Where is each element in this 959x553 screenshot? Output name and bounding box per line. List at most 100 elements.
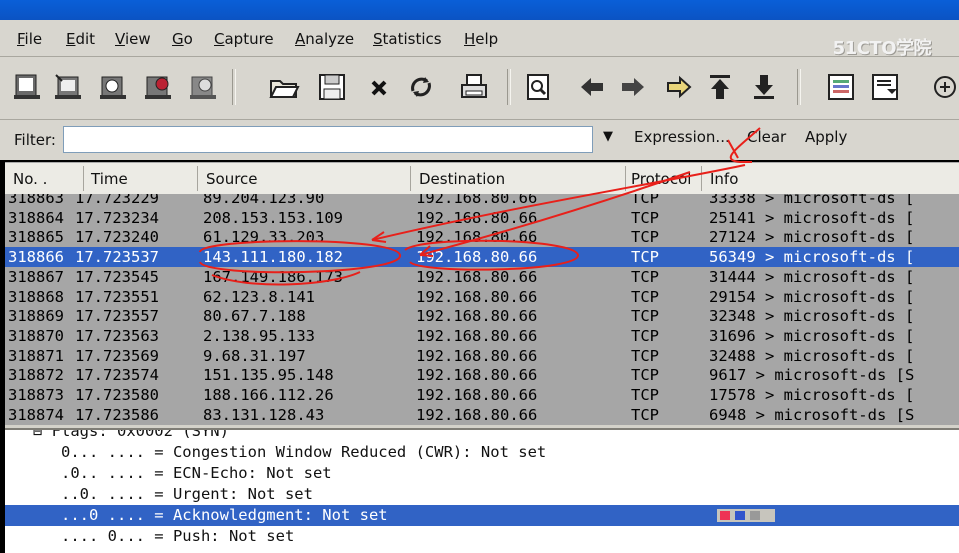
packet-row[interactable]: 318870 17.723563 2.138.95.133 192.168.80.66… bbox=[5, 325, 959, 346]
go-first-icon[interactable] bbox=[701, 68, 739, 106]
menu-capture[interactable]: Capture bbox=[214, 30, 274, 48]
packet-time: 17.723569 bbox=[75, 346, 159, 365]
packet-row[interactable]: 318865 17.723240 61.129.33.203 192.168.80.6… bbox=[5, 227, 959, 248]
packet-destination: 192.168.80.66 bbox=[416, 287, 538, 306]
column-divider[interactable] bbox=[625, 166, 626, 191]
menu-capture-mnemonic: C bbox=[214, 30, 225, 48]
packet-row[interactable]: 318871 17.723569 9.68.31.197 192.168.80.66 T… bbox=[5, 345, 959, 366]
packet-info: 56349 > microsoft-ds [ bbox=[709, 248, 915, 267]
packet-no: 318865 bbox=[8, 228, 64, 247]
go-back-icon[interactable] bbox=[573, 68, 611, 106]
packet-source: 188.166.112.26 bbox=[203, 386, 334, 404]
packet-row[interactable]: 318868 17.723551 62.123.8.141 192.168.80.66… bbox=[5, 286, 959, 307]
packet-info: 29154 > microsoft-ds [ bbox=[709, 287, 915, 306]
column-time[interactable]: Time bbox=[91, 170, 128, 188]
detail-row[interactable]: ...0 .... = Acknowledgment: Not set bbox=[5, 505, 959, 526]
packet-info: 31696 > microsoft-ds [ bbox=[709, 326, 915, 345]
go-to-packet-icon[interactable] bbox=[660, 68, 698, 106]
print-icon[interactable] bbox=[455, 68, 493, 106]
menu-analyze[interactable]: Analyze bbox=[295, 30, 354, 48]
go-forward-icon[interactable] bbox=[614, 68, 652, 106]
column-divider[interactable] bbox=[83, 166, 84, 191]
column-protocol[interactable]: Protocol bbox=[631, 170, 691, 188]
go-last-icon[interactable] bbox=[745, 68, 783, 106]
reload-icon[interactable] bbox=[402, 68, 440, 106]
menu-analyze-mnemonic: A bbox=[295, 30, 306, 48]
restart-capture-icon[interactable] bbox=[184, 68, 222, 106]
detail-row[interactable]: .0.. .... = ECN-Echo: Not set bbox=[5, 463, 959, 484]
expert-icon bbox=[750, 511, 760, 520]
packet-protocol: TCP bbox=[631, 307, 659, 326]
packet-row[interactable]: 318863 17.723229 89.204.123.90 192.168.80.6… bbox=[5, 194, 959, 208]
auto-scroll-icon[interactable] bbox=[866, 68, 904, 106]
packet-protocol: TCP bbox=[631, 208, 659, 227]
packet-source: 167.149.186.173 bbox=[203, 267, 343, 286]
packet-no: 318864 bbox=[8, 208, 64, 227]
start-capture-icon[interactable] bbox=[94, 68, 132, 106]
packet-protocol: TCP bbox=[631, 248, 659, 267]
menu-go[interactable]: Go bbox=[172, 30, 193, 48]
packet-row[interactable]: 318872 17.723574 151.135.95.148 192.168.80.… bbox=[5, 365, 959, 386]
packet-time: 17.723240 bbox=[75, 228, 159, 247]
save-icon[interactable] bbox=[313, 68, 351, 106]
menu-capture-label: apture bbox=[224, 30, 274, 48]
toolbar-separator bbox=[797, 69, 801, 105]
packet-list[interactable]: 318863 17.723229 89.204.123.90 192.168.80.6… bbox=[5, 194, 959, 428]
packet-row[interactable]: 318869 17.723557 80.67.7.188 192.168.80.66 T… bbox=[5, 306, 959, 327]
menu-view[interactable]: View bbox=[115, 30, 151, 48]
column-divider[interactable] bbox=[410, 166, 411, 191]
menu-help-mnemonic: H bbox=[464, 30, 476, 48]
expert-icon bbox=[735, 511, 745, 520]
colorize-icon[interactable] bbox=[822, 68, 860, 106]
detail-row[interactable]: .... 0... = Push: Not set bbox=[5, 526, 959, 547]
menu-file[interactable]: File bbox=[17, 30, 42, 48]
filter-input[interactable] bbox=[63, 126, 593, 153]
packet-no: 318868 bbox=[8, 287, 64, 306]
expression-button[interactable]: Expression... bbox=[634, 128, 730, 146]
packet-row[interactable]: 318874 17.723586 83.131.128.43 192.168.80.6… bbox=[5, 404, 959, 425]
packet-info: 32348 > microsoft-ds [ bbox=[709, 307, 915, 326]
menu-statistics[interactable]: Statistics bbox=[373, 30, 442, 48]
packet-row[interactable]: 318873 17.723580 188.166.112.26 192.168.80.… bbox=[5, 385, 959, 405]
window-left-border bbox=[0, 160, 5, 551]
menu-edit[interactable]: Edit bbox=[66, 30, 95, 48]
column-destination[interactable]: Destination bbox=[419, 170, 505, 188]
toolbar-separator bbox=[232, 69, 236, 105]
column-source[interactable]: Source bbox=[206, 170, 258, 188]
packet-source: 83.131.128.43 bbox=[203, 405, 325, 424]
packet-destination: 192.168.80.66 bbox=[416, 194, 538, 207]
column-info[interactable]: Info bbox=[710, 170, 738, 188]
packet-time: 17.723229 bbox=[75, 194, 159, 207]
menu-view-mnemonic: V bbox=[115, 30, 125, 48]
column-divider[interactable] bbox=[197, 166, 198, 191]
apply-button[interactable]: Apply bbox=[805, 128, 847, 146]
packet-row[interactable]: 318864 17.723234 208.153.153.109 192.168.80… bbox=[5, 207, 959, 228]
clear-button[interactable]: Clear bbox=[747, 128, 786, 146]
detail-row[interactable]: 0... .... = Congestion Window Reduced (C… bbox=[5, 442, 959, 463]
menu-help[interactable]: Help bbox=[464, 30, 498, 48]
menu-go-mnemonic: G bbox=[172, 30, 184, 48]
open-folder-icon[interactable] bbox=[265, 68, 303, 106]
interfaces-icon[interactable] bbox=[8, 68, 46, 106]
menu-statistics-label: tatistics bbox=[382, 30, 442, 48]
stop-capture-icon[interactable] bbox=[139, 68, 177, 106]
close-file-icon[interactable] bbox=[360, 68, 398, 106]
packet-source: 143.111.180.182 bbox=[203, 248, 343, 267]
detail-row[interactable]: ..0. .... = Urgent: Not set bbox=[5, 484, 959, 505]
packet-destination: 192.168.80.66 bbox=[416, 405, 538, 424]
find-packet-icon[interactable] bbox=[519, 68, 557, 106]
packet-destination: 192.168.80.66 bbox=[416, 366, 538, 385]
column-no[interactable]: No. . bbox=[13, 170, 47, 188]
detail-row[interactable]: ⊟ Flags: 0x0002 (SYN) bbox=[5, 430, 959, 442]
packet-source: 151.135.95.148 bbox=[203, 366, 334, 385]
menu-edit-label: dit bbox=[75, 30, 96, 48]
filter-dropdown-arrow[interactable]: ▼ bbox=[603, 129, 613, 144]
column-divider[interactable] bbox=[701, 166, 702, 191]
menu-file-mnemonic: F bbox=[17, 30, 25, 48]
zoom-in-icon[interactable] bbox=[926, 68, 959, 106]
packet-time: 17.723563 bbox=[75, 326, 159, 345]
packet-details-pane[interactable]: ⊟ Flags: 0x0002 (SYN) 0... .... = Conges… bbox=[5, 428, 959, 553]
packet-row[interactable]: 318867 17.723545 167.149.186.173 192.168.80… bbox=[5, 266, 959, 287]
capture-options-icon[interactable] bbox=[49, 68, 87, 106]
packet-row[interactable]: 318866 17.723537 143.111.180.182 192.168.80… bbox=[5, 247, 959, 268]
